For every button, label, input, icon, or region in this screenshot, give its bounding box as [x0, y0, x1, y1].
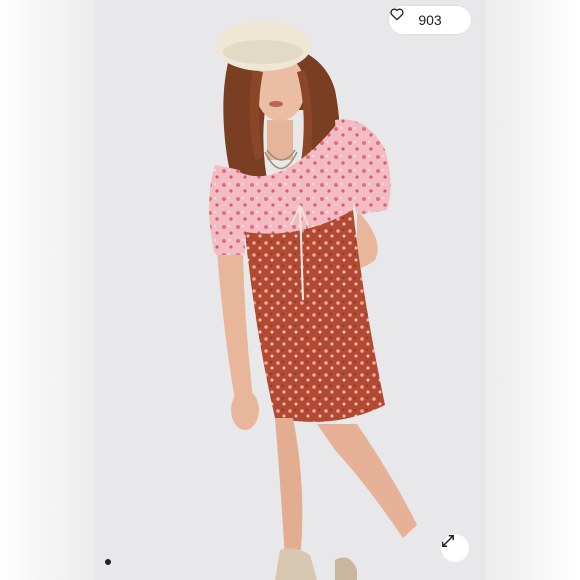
like-button[interactable]: 903 [389, 6, 471, 34]
right-blurred-backdrop [485, 0, 580, 580]
left-blurred-backdrop [0, 0, 95, 580]
like-count: 903 [418, 12, 442, 28]
product-photo[interactable]: 903 [95, 0, 485, 580]
model-in-dress-illustration [209, 21, 417, 580]
heart-outline-icon [390, 8, 404, 21]
carousel-dot-active[interactable] [105, 559, 111, 565]
expand-arrows-icon [442, 535, 454, 547]
expand-photo-button[interactable] [441, 534, 469, 562]
